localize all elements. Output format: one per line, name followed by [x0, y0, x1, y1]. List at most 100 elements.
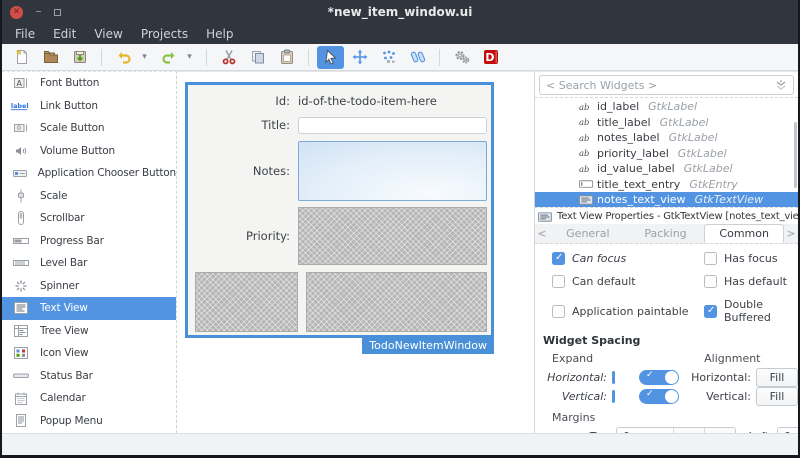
tree-row-priority-label[interactable]: ab priority_label GtkLabel — [535, 146, 798, 162]
toolbar-separator — [439, 49, 440, 66]
palette-item-font-button[interactable]: A Font Button — [2, 72, 176, 95]
minimize-icon[interactable]: – — [34, 8, 43, 17]
toolbar-button-paste[interactable] — [273, 46, 300, 69]
palette-item-popup-menu[interactable]: Popup Menu — [2, 410, 176, 433]
tree-row-id-label[interactable]: ab id_label GtkLabel — [535, 99, 798, 115]
toolbar-button-drag-resize[interactable] — [346, 46, 373, 69]
toolbar: ▾ ▾ — [2, 44, 798, 71]
checkbox-icon[interactable] — [552, 252, 565, 265]
palette-item-scale[interactable]: Scale — [2, 185, 176, 208]
alignment-horizontal-button[interactable]: Fill — [756, 368, 798, 387]
toolbar-button-copy[interactable] — [244, 46, 271, 69]
window-id-tag: TodoNewItemWindow — [362, 338, 494, 354]
toolbar-button-align-edit[interactable] — [404, 46, 431, 69]
property-checkbox-item-can-default[interactable]: Can default — [552, 275, 704, 288]
bottom-strip — [2, 433, 798, 455]
palette-item-level-bar[interactable]: Level Bar — [2, 252, 176, 275]
title-label[interactable]: Title: — [195, 118, 290, 132]
toolbar-button-redo[interactable] — [155, 46, 182, 69]
expand-vertical-checkbox[interactable] — [612, 390, 615, 403]
toolbar-button-new-project[interactable] — [8, 46, 35, 69]
notes-label[interactable]: Notes: — [195, 164, 290, 178]
toolbar-button-devhelp[interactable]: D — [477, 46, 504, 69]
id-value-label[interactable]: id-of-the-todo-item-here — [298, 94, 487, 108]
palette-item-tree-view[interactable]: Tree View — [2, 320, 176, 343]
palette-item-status-bar[interactable]: Status Bar — [2, 365, 176, 388]
svg-text:ab: ab — [579, 164, 589, 174]
textview-icon — [579, 195, 597, 205]
expand-all-icon[interactable] — [775, 80, 787, 91]
maximize-icon[interactable] — [54, 9, 61, 16]
alignment-vertical-button[interactable]: Fill — [756, 387, 798, 406]
close-icon[interactable]: ✕ — [10, 6, 23, 19]
palette-item-icon-view[interactable]: Icon View — [2, 342, 176, 365]
prev-tab-arrow-icon[interactable]: < — [535, 224, 549, 243]
priority-label[interactable]: Priority: — [195, 229, 290, 243]
tree-row-title-label[interactable]: ab title_label GtkLabel — [535, 115, 798, 131]
properties-tab-general[interactable]: General — [549, 224, 627, 243]
palette-item-link-button[interactable]: label Link Button — [2, 95, 176, 118]
tree-view-icon — [10, 325, 32, 337]
menu-item-view[interactable]: View — [85, 25, 131, 43]
priority-placeholder[interactable] — [298, 207, 487, 265]
tree-scrollbar[interactable] — [794, 122, 797, 188]
toolbar-button-undo[interactable] — [110, 46, 137, 69]
toolbar-button-cut[interactable] — [215, 46, 242, 69]
expand-horizontal-toggle[interactable] — [639, 370, 679, 385]
svg-text:ab: ab — [579, 148, 589, 158]
expand-horizontal-checkbox[interactable] — [612, 371, 615, 384]
dropdown-arrow-icon[interactable]: ▾ — [138, 46, 151, 69]
label-icon: ab — [579, 117, 597, 127]
widget-spacing-title: Widget Spacing — [535, 329, 798, 350]
properties-tab-packing[interactable]: Packing — [627, 224, 705, 243]
checkbox-icon[interactable] — [704, 252, 717, 265]
expand-vertical-toggle[interactable] — [639, 389, 679, 404]
notes-text-view[interactable] — [298, 141, 487, 201]
menu-item-help[interactable]: Help — [197, 25, 242, 43]
palette-item-application-chooser-button[interactable]: Application Chooser Button — [2, 162, 176, 185]
tree-row-id-value-label[interactable]: ab id_value_label GtkLabel — [535, 161, 798, 177]
toolbar-button-margin-edit[interactable] — [375, 46, 402, 69]
label-icon: ab — [579, 102, 597, 112]
horizontal-expand-row: Horizontal: Horizontal: Fill — [535, 368, 798, 387]
tree-row-title-text-entry[interactable]: title_text_entry GtkEntry — [535, 177, 798, 193]
level-bar-icon — [10, 258, 32, 268]
property-checkbox-item-double-buffered[interactable]: Double Buffered — [704, 298, 798, 324]
checkbox-icon[interactable] — [704, 275, 717, 288]
search-widgets-input[interactable]: < Search Widgets > — [539, 75, 794, 95]
palette-item-progress-bar[interactable]: Progress Bar — [2, 230, 176, 253]
tree-row-notes-text-view[interactable]: notes_text_view GtkTextView — [535, 192, 798, 207]
menu-item-projects[interactable]: Projects — [132, 25, 197, 43]
design-frame-wrap: Id: id-of-the-todo-item-here Title: Note… — [185, 82, 494, 338]
palette-item-scrollbar[interactable]: Scrollbar — [2, 207, 176, 230]
expand-vertical-label: Vertical: — [535, 390, 607, 403]
checkbox-icon[interactable] — [552, 275, 565, 288]
property-checkbox-item-has-focus[interactable]: Has focus — [704, 252, 798, 265]
next-tab-arrow-icon[interactable]: > — [784, 224, 798, 243]
toolbar-button-selector[interactable] — [317, 46, 344, 69]
properties-tab-common[interactable]: Common — [704, 224, 784, 243]
dropdown-arrow-icon[interactable]: ▾ — [183, 46, 196, 69]
property-checkbox-item-can-focus[interactable]: Can focus — [552, 252, 704, 265]
tree-row-notes-label[interactable]: ab notes_label GtkLabel — [535, 130, 798, 146]
property-checkbox-item-has-default[interactable]: Has default — [704, 275, 798, 288]
palette-item-calendar[interactable]: Calendar — [2, 387, 176, 410]
menu-item-edit[interactable]: Edit — [44, 25, 85, 43]
toolbar-button-open-project[interactable] — [37, 46, 64, 69]
checkbox-icon[interactable] — [704, 305, 717, 318]
menu-item-file[interactable]: File — [6, 25, 44, 43]
toolbar-button-save-project[interactable] — [66, 46, 93, 69]
palette-item-text-view[interactable]: Text View — [2, 297, 176, 320]
bottom-left-placeholder[interactable] — [195, 272, 298, 332]
id-label[interactable]: Id: — [195, 94, 290, 108]
palette-item-spinner[interactable]: Spinner — [2, 275, 176, 298]
todo-new-item-window-canvas[interactable]: Id: id-of-the-todo-item-here Title: Note… — [185, 82, 494, 338]
palette-item-scale-button[interactable]: 0 Scale Button — [2, 117, 176, 140]
bottom-right-placeholder[interactable] — [306, 272, 487, 332]
property-checkbox-item-application-paintable[interactable]: Application paintable — [552, 298, 704, 324]
scrollbar-icon — [10, 211, 32, 225]
checkbox-icon[interactable] — [552, 305, 565, 318]
title-text-entry[interactable] — [298, 117, 487, 134]
palette-item-volume-button[interactable]: Volume Button — [2, 140, 176, 163]
toolbar-button-preferences[interactable] — [448, 46, 475, 69]
